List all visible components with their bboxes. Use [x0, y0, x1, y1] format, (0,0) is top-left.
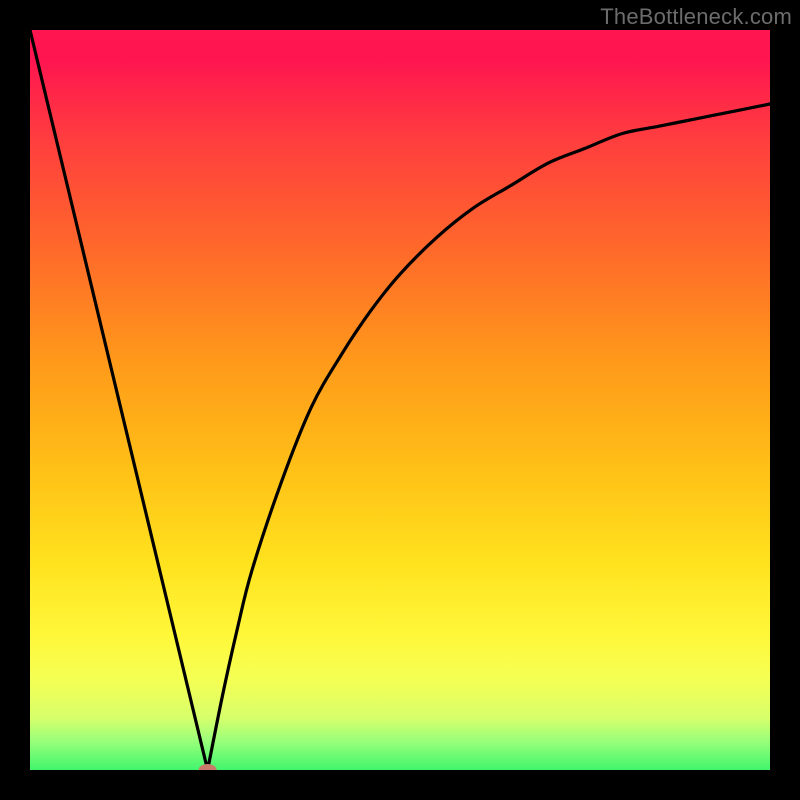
watermark-text: TheBottleneck.com — [600, 4, 792, 30]
minimum-marker — [199, 764, 217, 770]
bottleneck-curve-plot — [30, 30, 770, 770]
chart-frame: TheBottleneck.com — [0, 0, 800, 800]
plot-area — [30, 30, 770, 770]
bottleneck-curve — [30, 30, 770, 770]
